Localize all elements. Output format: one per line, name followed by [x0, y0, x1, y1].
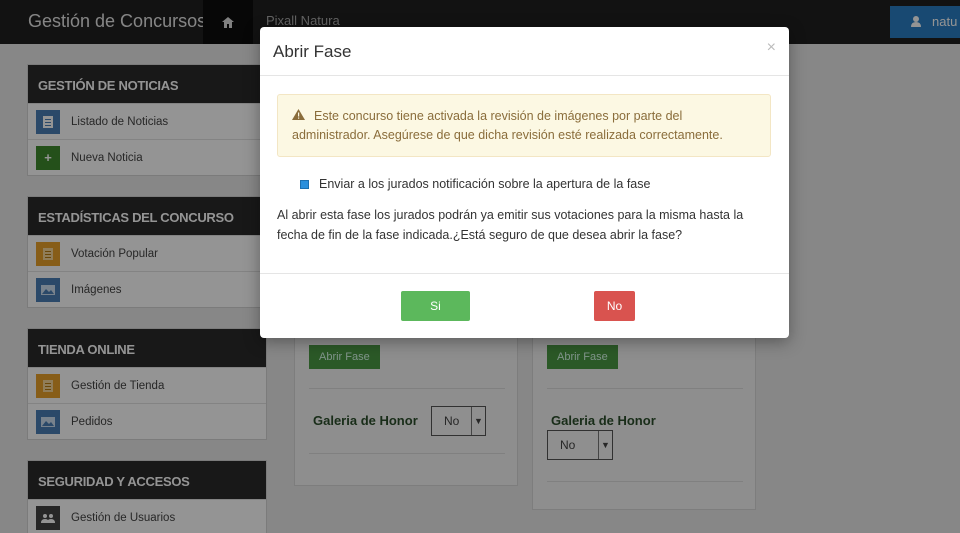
confirm-no-button[interactable]: No	[594, 291, 635, 321]
checkbox-label: Enviar a los jurados notificación sobre …	[319, 177, 651, 191]
notify-jury-row[interactable]: Enviar a los jurados notificación sobre …	[300, 177, 650, 191]
modal-footer-divider	[260, 273, 789, 274]
warning-icon	[292, 107, 306, 126]
open-phase-modal: Abrir Fase × Este concurso tiene activad…	[260, 27, 789, 338]
notify-jury-checkbox[interactable]	[300, 179, 309, 189]
warning-alert: Este concurso tiene activada la revisión…	[277, 94, 771, 157]
modal-title: Abrir Fase	[273, 42, 352, 61]
modal-header-divider	[260, 75, 789, 76]
alert-text: Este concurso tiene activada la revisión…	[292, 109, 723, 142]
confirm-yes-button[interactable]: Si	[401, 291, 470, 321]
confirmation-message: Al abrir esta fase los jurados podrán ya…	[277, 208, 744, 242]
close-icon[interactable]: ×	[767, 39, 776, 57]
